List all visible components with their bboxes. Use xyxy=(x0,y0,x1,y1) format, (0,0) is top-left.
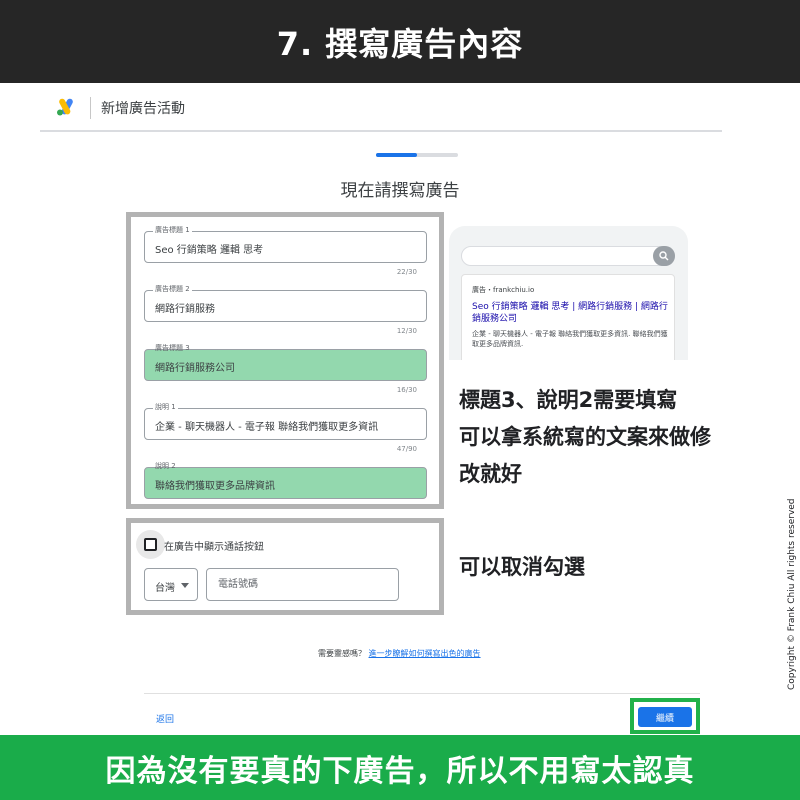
preview-search-bar xyxy=(461,246,675,266)
field-label: 說明 1 xyxy=(153,403,178,412)
preview-headline: Seo 行銷策略 邏輯 思考 | 網路行銷服務 | 網路行銷服務公司 xyxy=(472,302,668,324)
phone-number-input[interactable] xyxy=(206,568,399,601)
preview-ad-result: 廣告・frankchiu.io Seo 行銷策略 邏輯 思考 | 網路行銷服務 … xyxy=(461,274,675,360)
step-progress-fill xyxy=(376,153,417,157)
annotation-fill-line3: 改就好 xyxy=(459,462,522,486)
app-header: 新增廣告活動 xyxy=(40,84,722,132)
field-value: Seo 行銷策略 邏輯 思考 xyxy=(155,245,264,256)
preview-description: 企業 - 聊天機器人 - 電子報 聯絡我們獲取更多資訊. 聯絡我們獲取更多品牌資… xyxy=(472,330,668,348)
country-select[interactable]: 台灣 xyxy=(144,568,198,601)
country-value: 台灣 xyxy=(155,583,175,594)
ad-text-field[interactable]: 說明 2 聯絡我們獲取更多品牌資訊 xyxy=(144,462,427,499)
caption-banner: 因為沒有要真的下廣告，所以不用寫太認真 xyxy=(0,735,800,800)
field-value: 網路行銷服務 xyxy=(155,304,215,315)
help-question: 需要靈感嗎？ xyxy=(318,649,366,658)
field-label: 廣告標題 2 xyxy=(153,285,192,294)
ad-text-field[interactable]: 廣告標題 3 網路行銷服務公司 xyxy=(144,344,427,381)
character-counter: 47/90 xyxy=(396,445,417,453)
character-counter: 12/30 xyxy=(396,327,417,335)
annotation-fill-line2: 可以拿系統寫的文案來做修 xyxy=(459,425,711,449)
annotation-uncheck: 可以取消勾選 xyxy=(459,555,585,579)
field-value: 企業 - 聊天機器人 - 電子報 聯絡我們獲取更多資訊 xyxy=(155,422,379,433)
field-value: 網路行銷服務公司 xyxy=(155,363,235,374)
ad-text-field[interactable]: 廣告標題 2 網路行銷服務 xyxy=(144,285,427,322)
continue-highlight-box: 繼續 xyxy=(630,698,700,734)
copyright-text: Copyright © Frank Chiu All rights reserv… xyxy=(787,498,797,690)
preview-ad-url: 廣告・frankchiu.io xyxy=(472,286,535,294)
search-icon xyxy=(659,251,669,261)
page-heading: 現在請撰寫廣告 xyxy=(340,181,460,201)
step-progress-bar xyxy=(376,153,458,157)
back-button[interactable]: 返回 xyxy=(156,712,174,725)
character-counter: 16/30 xyxy=(396,386,417,394)
header-divider xyxy=(90,97,91,119)
footer-divider xyxy=(144,693,700,694)
title-banner: 7. 撰寫廣告內容 xyxy=(0,0,800,83)
campaign-header-title: 新增廣告活動 xyxy=(101,101,185,117)
help-link[interactable]: 進一步瞭解如何撰寫出色的廣告 xyxy=(369,649,481,658)
field-value: 聯絡我們獲取更多品牌資訊 xyxy=(155,481,275,492)
google-ads-logo[interactable] xyxy=(56,98,76,116)
preview-search-button xyxy=(653,246,675,266)
ad-preview-card: 廣告・frankchiu.io Seo 行銷策略 邏輯 思考 | 網路行銷服務 … xyxy=(449,226,688,360)
annotation-fill-line1: 標題3、說明2需要填寫 xyxy=(459,388,678,412)
ad-text-field[interactable]: 廣告標題 1 Seo 行銷策略 邏輯 思考 xyxy=(144,226,427,263)
field-label: 廣告標題 1 xyxy=(153,226,192,235)
call-button-checkbox[interactable] xyxy=(144,538,157,551)
character-counter: 22/30 xyxy=(396,268,417,276)
help-line: 需要靈感嗎？ 進一步瞭解如何撰寫出色的廣告 xyxy=(318,648,481,659)
call-button-label[interactable]: 在廣告中顯示通話按鈕 xyxy=(164,538,264,553)
field-label: 說明 2 xyxy=(155,462,176,470)
field-label: 廣告標題 3 xyxy=(155,344,190,352)
dropdown-arrow-icon xyxy=(181,583,189,588)
ad-text-field[interactable]: 說明 1 企業 - 聊天機器人 - 電子報 聯絡我們獲取更多資訊 xyxy=(144,403,427,440)
continue-button[interactable]: 繼續 xyxy=(638,707,692,727)
